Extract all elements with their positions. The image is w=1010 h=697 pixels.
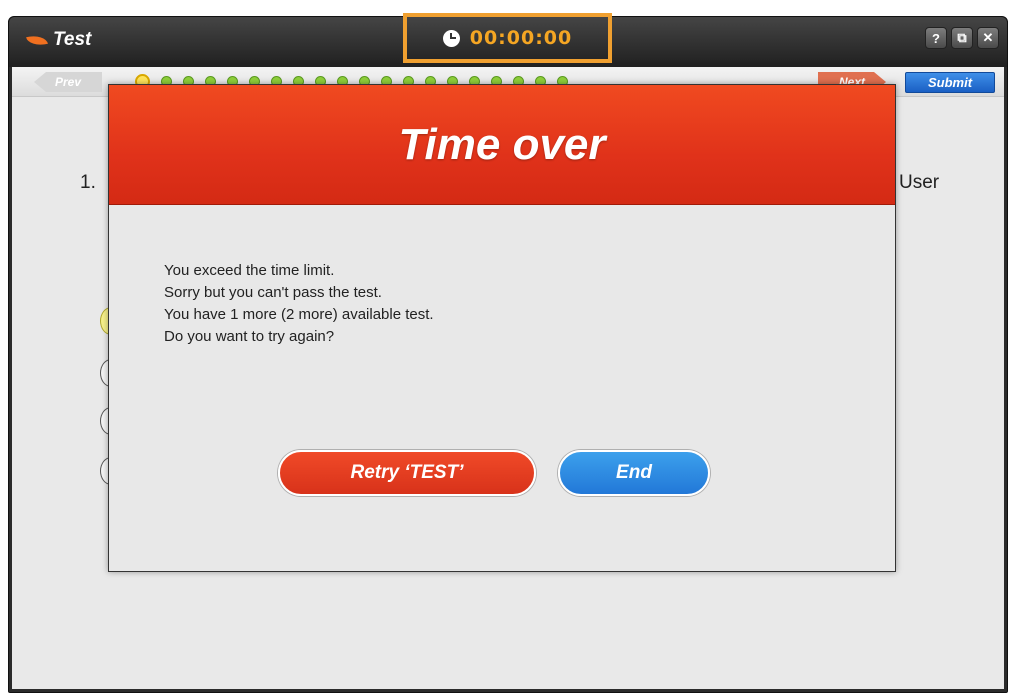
message-line: You exceed the time limit.	[164, 262, 335, 279]
close-icon[interactable]: ✕	[977, 27, 999, 49]
prev-button[interactable]: Prev	[34, 72, 102, 92]
message-line: Sorry but you can't pass the test.	[164, 284, 382, 301]
message-line: Do you want to try again?	[164, 328, 335, 345]
dialog-message: You exceed the time limit. Sorry but you…	[164, 260, 434, 348]
question-number: 1.	[80, 172, 96, 193]
question-text-fragment: User	[899, 172, 940, 193]
restore-icon[interactable]: ⧉	[951, 27, 973, 49]
leaf-logo-icon	[26, 32, 48, 48]
timer-highlight: 00:00:00	[403, 13, 612, 63]
title-bar: Test 00:00:00 ? ⧉ ✕	[9, 13, 1007, 67]
clock-icon	[442, 29, 460, 47]
dialog-title: Time over	[398, 119, 606, 169]
window-controls: ? ⧉ ✕	[925, 27, 999, 49]
timer-display: 00:00:00	[469, 27, 573, 49]
dialog-header: Time over	[109, 85, 895, 205]
end-button[interactable]: End	[558, 450, 710, 496]
message-line: You have 1 more (2 more) available test.	[164, 306, 434, 323]
time-over-dialog: Time over You exceed the time limit. Sor…	[108, 84, 896, 572]
app-title-group: Test	[26, 29, 92, 51]
app-title: Test	[53, 29, 92, 50]
help-icon[interactable]: ?	[925, 27, 947, 49]
submit-button[interactable]: Submit	[905, 72, 995, 93]
retry-button[interactable]: Retry ‘TEST’	[278, 450, 536, 496]
